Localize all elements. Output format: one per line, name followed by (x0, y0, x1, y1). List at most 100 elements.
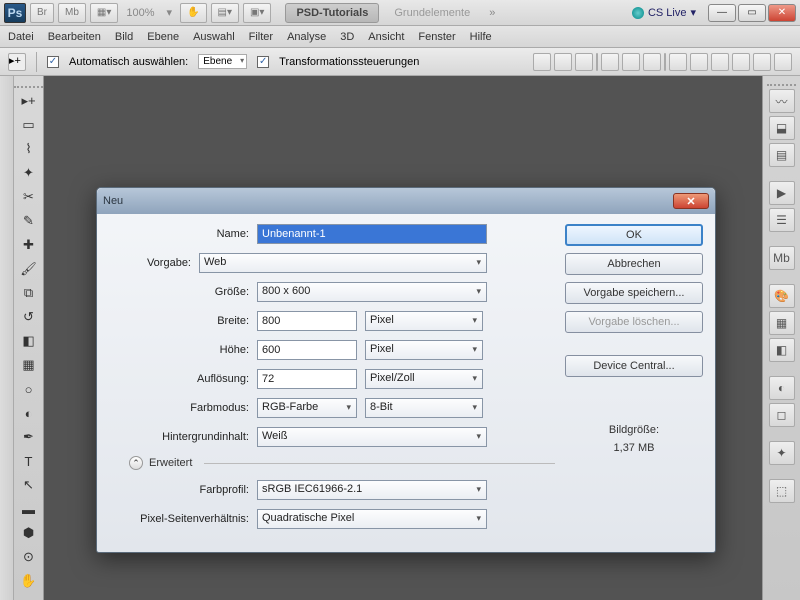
layers-panel-icon[interactable]: ▤ (769, 143, 795, 167)
zoom-level[interactable]: 100% (122, 7, 158, 19)
eyedropper-tool-icon[interactable]: ✎ (17, 210, 41, 232)
blur-tool-icon[interactable]: ○ (17, 378, 41, 400)
menu-datei[interactable]: Datei (8, 31, 34, 43)
pen-tool-icon[interactable]: ✒ (17, 426, 41, 448)
dialog-titlebar[interactable]: Neu ✕ (97, 188, 715, 214)
width-input[interactable] (257, 311, 357, 331)
menu-bild[interactable]: Bild (115, 31, 133, 43)
distribute-icon[interactable] (774, 53, 792, 71)
maximize-button[interactable]: ▭ (738, 4, 766, 22)
character-panel-icon[interactable]: ✦ (769, 441, 795, 465)
healing-tool-icon[interactable]: ✚ (17, 234, 41, 256)
device-central-button[interactable]: Device Central... (565, 355, 703, 377)
info-panel-icon[interactable]: ⬚ (769, 479, 795, 503)
save-preset-button[interactable]: Vorgabe speichern... (565, 282, 703, 304)
menu-analyse[interactable]: Analyse (287, 31, 326, 43)
shape-tool-icon[interactable]: ▬ (17, 498, 41, 520)
minibridge-icon[interactable]: Mb (58, 3, 86, 23)
screenmode-icon[interactable]: ▣▾ (243, 3, 271, 23)
move-tool-preset-icon[interactable]: ▸+ (8, 53, 26, 71)
cslive-button[interactable]: CS Live ▾ (632, 6, 696, 19)
marquee-tool-icon[interactable]: ▭ (17, 114, 41, 136)
colormode-dropdown[interactable]: RGB-Farbe (257, 398, 357, 418)
navigator-panel-icon[interactable]: ▶ (769, 181, 795, 205)
pixelaspect-dropdown[interactable]: Quadratische Pixel (257, 509, 487, 529)
minibridge-panel-icon[interactable]: Mb (769, 246, 795, 270)
dodge-tool-icon[interactable]: ◐ (17, 402, 41, 424)
hand-tool-icon[interactable]: ✋ (17, 570, 41, 592)
zoom-dropdown-icon[interactable]: ▾ (163, 6, 177, 19)
align-icon[interactable] (575, 53, 593, 71)
distribute-icon[interactable] (669, 53, 687, 71)
ok-button[interactable]: OK (565, 224, 703, 246)
brush-tool-icon[interactable]: 🖌 (17, 258, 41, 280)
align-icon[interactable] (622, 53, 640, 71)
panel-grip[interactable] (767, 80, 797, 86)
history-brush-icon[interactable]: ↺ (17, 306, 41, 328)
height-input[interactable] (257, 340, 357, 360)
distribute-icon[interactable] (732, 53, 750, 71)
menu-auswahl[interactable]: Auswahl (193, 31, 235, 43)
stamp-tool-icon[interactable]: ⧉ (17, 282, 41, 304)
adjustments-panel-icon[interactable]: ⬓ (769, 116, 795, 140)
align-icon[interactable] (554, 53, 572, 71)
distribute-icon[interactable] (753, 53, 771, 71)
move-tool-icon[interactable]: ▸+ (17, 90, 41, 112)
crop-tool-icon[interactable]: ✂ (17, 186, 41, 208)
menu-ebene[interactable]: Ebene (147, 31, 179, 43)
color-panel-icon[interactable]: 🎨 (769, 284, 795, 308)
masks-panel-icon[interactable]: ◻ (769, 403, 795, 427)
lasso-tool-icon[interactable]: ⌇ (17, 138, 41, 160)
preset-dropdown[interactable]: Web (199, 253, 487, 273)
styles-panel-icon[interactable]: ◧ (769, 338, 795, 362)
close-button[interactable]: ✕ (768, 4, 796, 22)
resolution-input[interactable] (257, 369, 357, 389)
distribute-icon[interactable] (711, 53, 729, 71)
curves-panel-icon[interactable]: 〰 (769, 89, 795, 113)
menu-ansicht[interactable]: Ansicht (368, 31, 404, 43)
menu-fenster[interactable]: Fenster (418, 31, 455, 43)
bridge-icon[interactable]: Br (30, 3, 54, 23)
distribute-icon[interactable] (690, 53, 708, 71)
menu-bearbeiten[interactable]: Bearbeiten (48, 31, 101, 43)
align-icon[interactable] (643, 53, 661, 71)
arrange-docs-icon[interactable]: ▤▾ (211, 3, 239, 23)
view-extras-icon[interactable]: ▦▾ (90, 3, 118, 23)
width-unit-dropdown[interactable]: Pixel (365, 311, 483, 331)
size-dropdown[interactable]: 800 x 600 (257, 282, 487, 302)
resolution-unit-dropdown[interactable]: Pixel/Zoll (365, 369, 483, 389)
type-tool-icon[interactable]: T (17, 450, 41, 472)
name-input[interactable] (257, 224, 487, 244)
dialog-close-button[interactable]: ✕ (673, 193, 709, 209)
wand-tool-icon[interactable]: ✦ (17, 162, 41, 184)
bitdepth-dropdown[interactable]: 8-Bit (365, 398, 483, 418)
hand-tool-icon[interactable]: ✋ (180, 3, 206, 23)
align-icon[interactable] (601, 53, 619, 71)
swatches-panel-icon[interactable]: ▦ (769, 311, 795, 335)
auto-select-dropdown[interactable]: Ebene (198, 54, 247, 69)
workspace-tab[interactable]: Grundelemente (383, 3, 481, 23)
adjustments2-panel-icon[interactable]: ◐ (769, 376, 795, 400)
menu-filter[interactable]: Filter (249, 31, 273, 43)
panel-grip[interactable] (14, 80, 43, 88)
history-panel-icon[interactable]: ☰ (769, 208, 795, 232)
auto-select-checkbox[interactable]: ✓ (47, 56, 59, 68)
advanced-toggle[interactable]: ⌃ Erweitert (129, 456, 555, 470)
cancel-button[interactable]: Abbrechen (565, 253, 703, 275)
3d-camera-icon[interactable]: ⊙ (17, 546, 41, 568)
height-unit-dropdown[interactable]: Pixel (365, 340, 483, 360)
more-tabs-icon[interactable]: » (485, 7, 499, 19)
3d-tool-icon[interactable]: ⬢ (17, 522, 41, 544)
workspace-tab-active[interactable]: PSD-Tutorials (285, 3, 379, 23)
menu-hilfe[interactable]: Hilfe (470, 31, 492, 43)
left-panel-strip[interactable] (0, 76, 14, 600)
eraser-tool-icon[interactable]: ◧ (17, 330, 41, 352)
colorprofile-dropdown[interactable]: sRGB IEC61966-2.1 (257, 480, 487, 500)
transform-controls-checkbox[interactable]: ✓ (257, 56, 269, 68)
minimize-button[interactable]: — (708, 4, 736, 22)
align-icon[interactable] (533, 53, 551, 71)
gradient-tool-icon[interactable]: ▦ (17, 354, 41, 376)
menu-3d[interactable]: 3D (340, 31, 354, 43)
bgcontent-dropdown[interactable]: Weiß (257, 427, 487, 447)
path-tool-icon[interactable]: ↖ (17, 474, 41, 496)
